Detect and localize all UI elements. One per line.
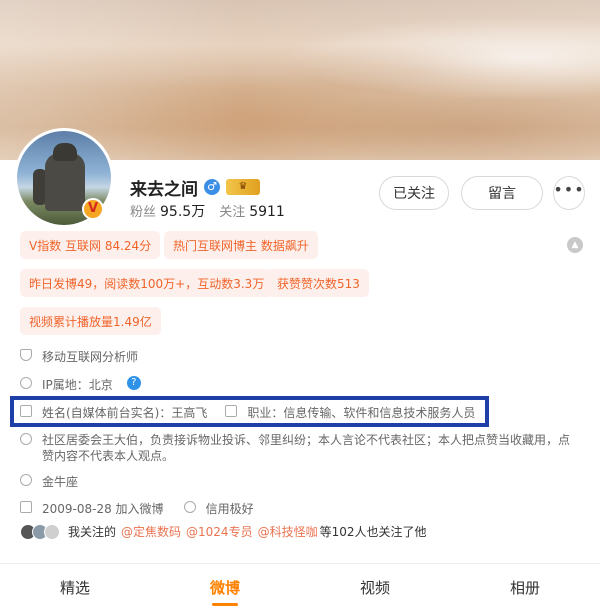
- following-stat[interactable]: 关注 5911: [219, 201, 285, 221]
- zodiac-icon: [20, 474, 32, 486]
- info-zodiac: 金牛座: [20, 473, 78, 490]
- tag-hot-blogger[interactable]: 热门互联网博主 数据飙升: [164, 231, 318, 259]
- zodiac-text: 金牛座: [42, 475, 79, 489]
- mutual-follow: 我关注的 @定焦数码 @1024专员 @科技怪咖 等102人也关注了他: [20, 523, 427, 540]
- tag-video-plays[interactable]: 视频累计播放量1.49亿: [20, 307, 161, 335]
- tab-featured[interactable]: 精选: [0, 564, 150, 610]
- profile-name: 来去之间: [130, 179, 198, 200]
- mutual-suffix: 等102人也关注了他: [319, 525, 427, 539]
- shield-icon: [20, 349, 32, 361]
- fans-stat[interactable]: 粉丝 95.5万: [130, 201, 205, 221]
- tag-daily-stats[interactable]: 昨日发博49，阅读数100万+，互动数3.3万: [20, 269, 274, 297]
- name-row: 来去之间 ♂ ♛: [130, 175, 260, 200]
- mutual-user-link[interactable]: @1024专员: [186, 523, 253, 540]
- mutual-user-link[interactable]: @定焦数码: [121, 523, 181, 540]
- stats-row: 粉丝 95.5万 关注 5911: [130, 201, 285, 221]
- chevron-up-icon[interactable]: ▲: [567, 237, 583, 253]
- community-text: 社区居委会王大伯，负责接诉物业投诉、邻里纠纷；本人言论不代表社区；本人把点赞当收…: [42, 433, 571, 463]
- title-text: 移动互联网分析师: [42, 350, 139, 364]
- fans-label: 粉丝: [130, 205, 157, 220]
- highlight-box: [10, 396, 489, 427]
- male-icon: ♂: [204, 179, 220, 195]
- message-button[interactable]: 留言: [461, 176, 543, 210]
- following-label: 关注: [219, 205, 246, 220]
- profile-tabbar: 精选 微博 视频 相册: [0, 563, 600, 610]
- joined-text: 2009-08-28 加入微博: [42, 502, 164, 516]
- info-circle-icon: [20, 433, 32, 445]
- avatar-robot-head: [53, 143, 77, 161]
- mutual-avatars: [20, 523, 60, 540]
- mutual-prefix: 我关注的: [68, 525, 117, 539]
- credit-icon: [183, 501, 196, 513]
- following-count: 5911: [249, 204, 285, 220]
- more-button[interactable]: •••: [553, 176, 585, 210]
- more-dots-icon: •••: [553, 180, 585, 199]
- location-icon: [20, 377, 32, 389]
- info-title: 移动互联网分析师: [20, 348, 138, 365]
- ip-text: IP属地：北京: [42, 378, 113, 392]
- tab-weibo[interactable]: 微博: [150, 564, 300, 610]
- credit-text: 信用极好: [205, 502, 254, 516]
- calendar-icon: [20, 501, 32, 513]
- info-ip: IP属地：北京 ?: [20, 376, 141, 393]
- mutual-avatar: [44, 523, 60, 540]
- tag-v-index[interactable]: V指数 互联网 84.24分: [20, 231, 161, 259]
- vip-crown-icon[interactable]: ♛: [226, 179, 260, 195]
- tab-album[interactable]: 相册: [450, 564, 600, 610]
- avatar-robot-body: [45, 153, 85, 211]
- mutual-user-link[interactable]: @科技怪咖: [258, 523, 318, 540]
- tag-likes[interactable]: 获赞赞次数513: [268, 269, 369, 297]
- tab-video[interactable]: 视频: [300, 564, 450, 610]
- info-community: 社区居委会王大伯，负责接诉物业投诉、邻里纠纷；本人言论不代表社区；本人把点赞当收…: [20, 432, 580, 464]
- fans-count: 95.5万: [160, 204, 206, 220]
- help-icon[interactable]: ?: [126, 376, 141, 390]
- verified-v-icon: V: [82, 198, 104, 220]
- followed-button[interactable]: 已关注: [379, 176, 449, 210]
- info-joined: 2009-08-28 加入微博 信用极好: [20, 500, 254, 517]
